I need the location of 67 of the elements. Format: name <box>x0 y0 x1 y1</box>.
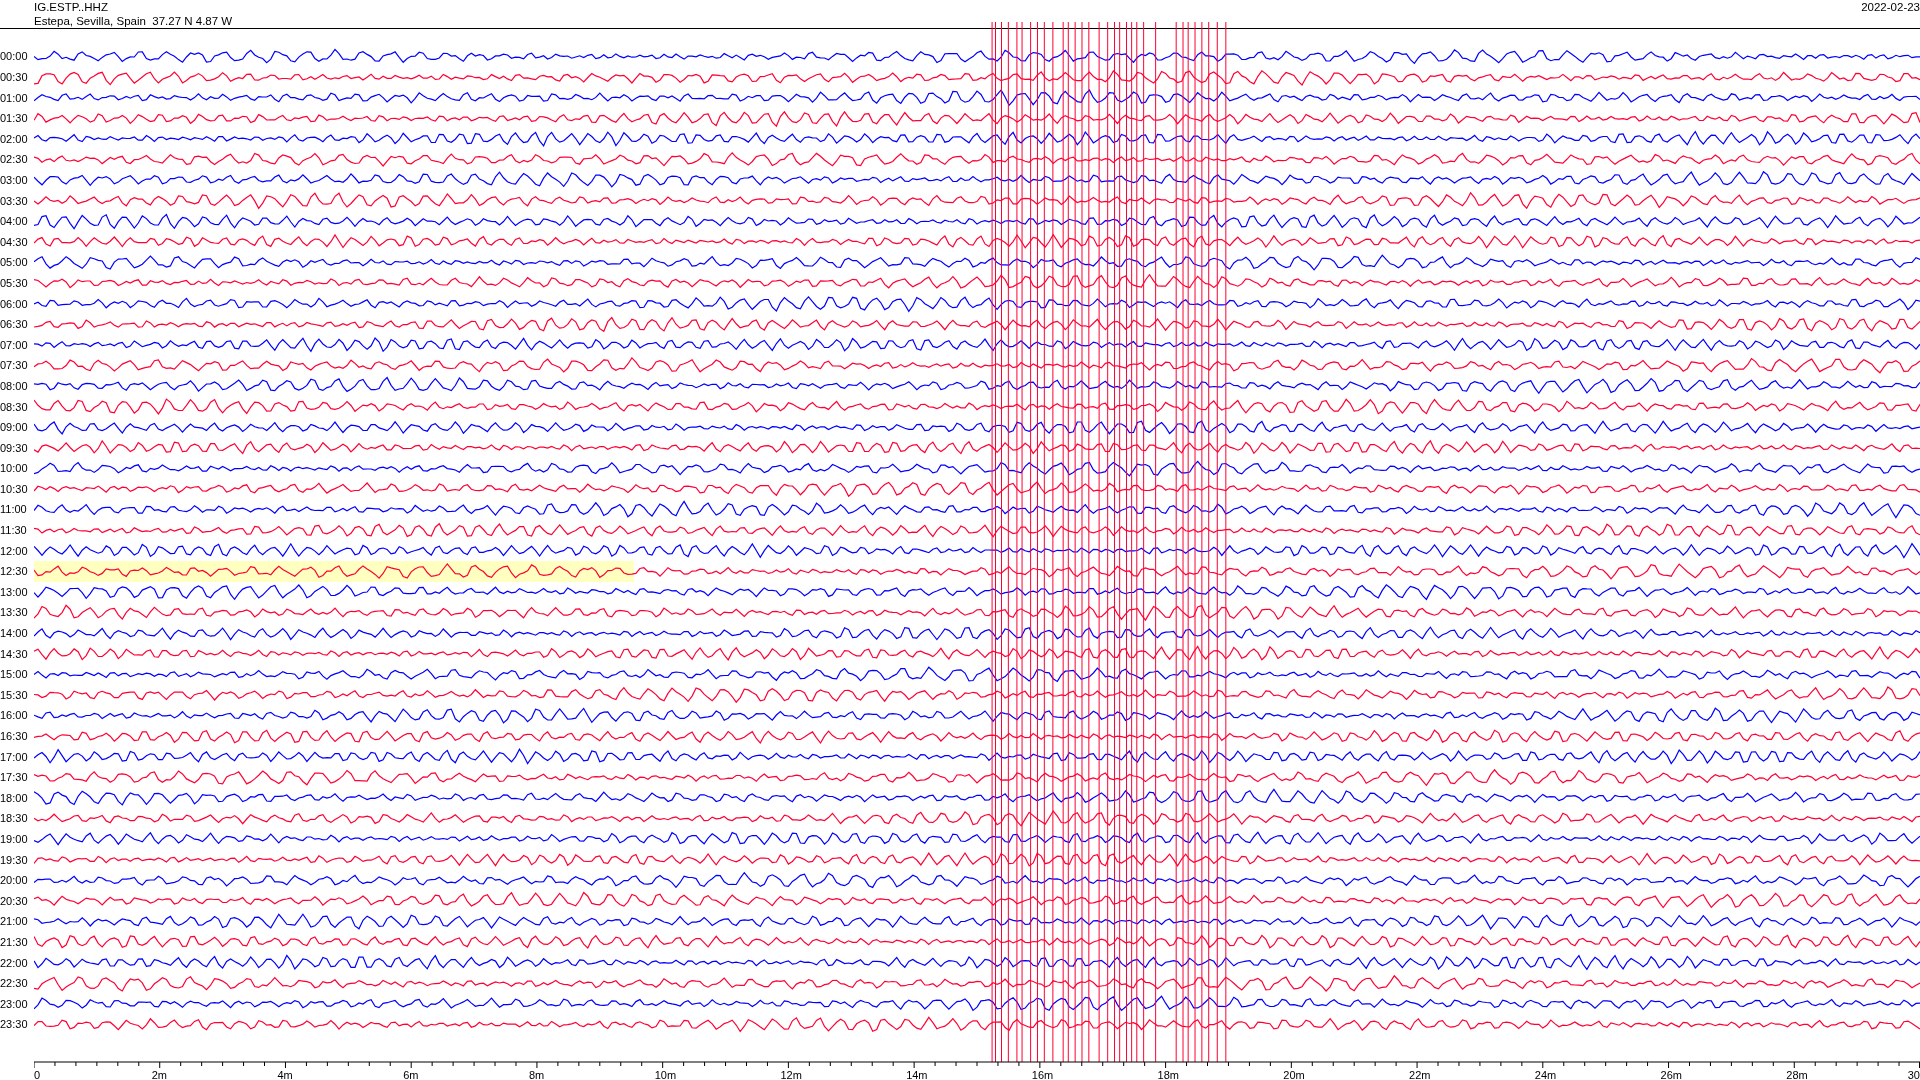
axis-tick-label: 18m <box>1157 1068 1179 1080</box>
time-label: 12:00 <box>0 544 29 557</box>
time-label: 15:00 <box>0 668 29 681</box>
axis-tick-label: 30 <box>1907 1068 1920 1080</box>
axis-tick-label: 24m <box>1534 1068 1557 1080</box>
time-label: 16:00 <box>0 709 29 722</box>
axis-tick-label: 4m <box>277 1068 293 1080</box>
plot-date: 2022-02-23 <box>1861 0 1920 14</box>
time-label: 06:30 <box>0 318 29 331</box>
time-label: 23:00 <box>0 997 29 1010</box>
time-label: 04:30 <box>0 235 29 248</box>
time-label: 00:00 <box>0 50 29 63</box>
time-label: 08:00 <box>0 379 29 392</box>
time-label: 12:30 <box>0 565 29 578</box>
time-label: 20:30 <box>0 894 29 907</box>
time-label: 01:30 <box>0 112 29 125</box>
axis-tick-label: 28m <box>1786 1068 1808 1080</box>
axis-tick-label: 10m <box>654 1068 677 1080</box>
time-label: 17:00 <box>0 750 29 763</box>
axis-tick-label: 8m <box>528 1068 545 1080</box>
time-label: 06:00 <box>0 297 29 310</box>
time-label: 23:30 <box>0 1018 29 1031</box>
time-label: 08:30 <box>0 400 29 413</box>
time-label: 14:00 <box>0 627 29 640</box>
time-label: 09:30 <box>0 441 29 454</box>
time-label: 11:00 <box>0 503 28 516</box>
axis-tick-label: 26m <box>1660 1068 1682 1080</box>
time-label: 21:30 <box>0 935 29 948</box>
time-label: 22:30 <box>0 977 29 990</box>
station-location: Estepa, Sevilla, Spain 37.27 N 4.87 W <box>34 14 233 28</box>
time-label: 03:00 <box>0 173 29 186</box>
time-label: 04:00 <box>0 215 29 228</box>
axis-tick-label: 12m <box>780 1068 802 1080</box>
time-label: 22:00 <box>0 956 29 969</box>
time-label: 05:30 <box>0 276 29 289</box>
axis-tick-label: 16m <box>1031 1068 1054 1080</box>
time-label: 07:30 <box>0 359 29 372</box>
axis-tick-label: 22m <box>1409 1068 1431 1080</box>
time-label: 18:30 <box>0 812 29 825</box>
time-label: 17:30 <box>0 771 29 784</box>
time-label: 09:00 <box>0 421 29 434</box>
time-label: 02:00 <box>0 132 29 145</box>
time-label: 11:30 <box>0 524 28 537</box>
station-code: IG.ESTP..HHZ <box>34 0 109 14</box>
time-label: 05:00 <box>0 256 29 269</box>
time-label: 19:00 <box>0 832 29 845</box>
time-label: 15:30 <box>0 688 29 701</box>
time-label: 07:00 <box>0 338 29 351</box>
axis-tick-label: 2m <box>151 1068 167 1080</box>
axis-tick-label: 6m <box>403 1068 419 1080</box>
time-label: 10:00 <box>0 462 29 475</box>
axis-tick-label: 0 <box>34 1068 41 1080</box>
axis-tick-label: 20m <box>1283 1068 1305 1080</box>
time-label: 01:00 <box>0 91 29 104</box>
time-label: 00:30 <box>0 71 29 83</box>
time-label: 13:30 <box>0 606 29 619</box>
time-label: 14:30 <box>0 647 29 660</box>
time-label: 13:00 <box>0 585 29 598</box>
time-label: 03:30 <box>0 194 29 207</box>
time-label: 19:30 <box>0 853 29 866</box>
time-label: 20:00 <box>0 874 29 887</box>
time-label: 18:00 <box>0 791 29 804</box>
time-label: 16:30 <box>0 730 29 742</box>
time-label: 21:00 <box>0 915 29 928</box>
time-label: 02:30 <box>0 153 29 166</box>
time-label: 10:30 <box>0 482 29 495</box>
axis-tick-label: 14m <box>906 1068 928 1080</box>
